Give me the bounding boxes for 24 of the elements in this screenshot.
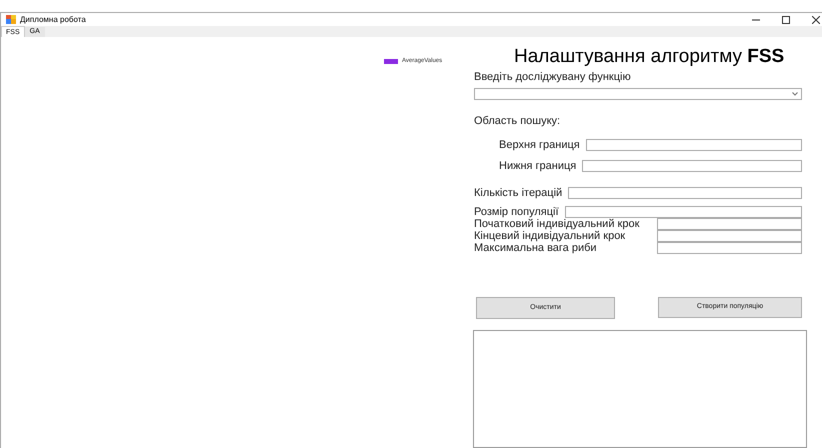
output-textbox[interactable] (473, 330, 807, 448)
input-field[interactable] (657, 218, 802, 230)
input-field[interactable] (582, 160, 802, 172)
input-field[interactable] (568, 187, 802, 199)
input-field[interactable] (657, 230, 802, 242)
field-label: Розмір популяції (474, 206, 559, 218)
function-label: Введіть досліджувану функцію (474, 70, 632, 85)
field-label: Кількість ітерацій (474, 187, 562, 199)
app-icon (6, 15, 16, 24)
window-title: Дипломна робота (20, 14, 86, 26)
function-dropdown[interactable] (474, 88, 802, 100)
settings-heading: Налаштування алгоритму FSS (514, 46, 786, 68)
field-label: Верхня границя (499, 138, 580, 153)
input-field[interactable] (586, 139, 802, 152)
field-label: Нижня границя (499, 158, 576, 174)
field-label: Кінцевий індивідуальний крок (474, 230, 626, 242)
input-field[interactable] (657, 242, 802, 254)
maximize-icon[interactable] (782, 16, 790, 24)
input-field[interactable] (564, 206, 802, 218)
field-label: Максимальна вага риби (474, 242, 597, 254)
search-area-label: Область пошуку: (474, 114, 562, 128)
caret-icon (792, 92, 798, 96)
close-icon[interactable] (812, 16, 820, 24)
field-label: Початковий індивідуальний крок (474, 218, 640, 230)
